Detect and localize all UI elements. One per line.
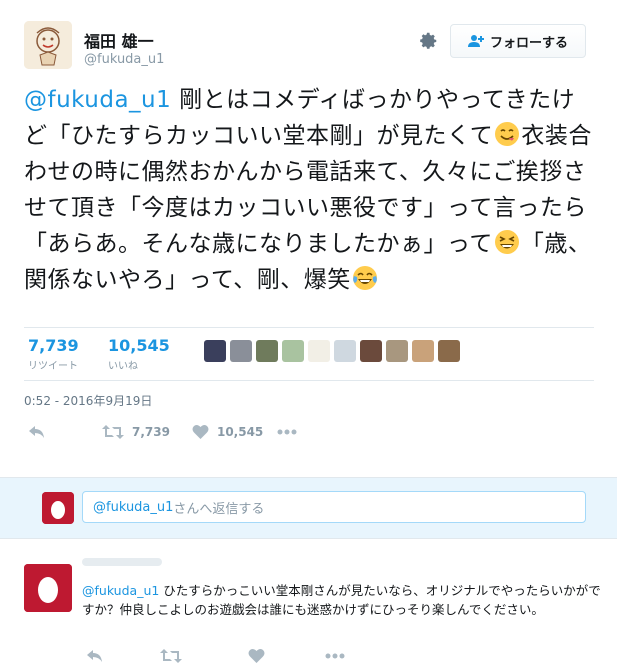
follow-button[interactable]: フォローする <box>450 24 586 58</box>
liker-avatar[interactable] <box>438 340 460 362</box>
reply-input-mention: @fukuda_u1 <box>93 499 174 515</box>
like-button[interactable]: 10,545 <box>192 424 263 440</box>
author-handle[interactable]: @fukuda_u1 <box>84 52 164 67</box>
egg-avatar-icon <box>42 492 74 524</box>
follow-label: フォローする <box>489 35 568 51</box>
reply-tweet-actions <box>86 648 345 664</box>
liker-avatar[interactable] <box>360 340 382 362</box>
more-dots-icon <box>277 429 297 435</box>
stats-top-divider <box>24 327 594 328</box>
liker-avatars <box>204 340 464 362</box>
redacted-author-name <box>82 558 162 566</box>
retweets-label: リツイート <box>28 361 78 372</box>
likes-label: いいね <box>108 361 138 372</box>
egg-avatar-icon[interactable] <box>24 564 72 612</box>
retweet-action-count: 7,739 <box>132 425 170 439</box>
tweet-text: @fukuda_u1 剛とはコメディばっかりやってきたけど「ひたすらカッコいい堂… <box>24 82 594 298</box>
tweet-timestamp[interactable]: 0:52 - 2016年9月19日 <box>24 392 152 409</box>
retweet-icon[interactable] <box>160 648 182 664</box>
liker-avatar[interactable] <box>230 340 252 362</box>
liker-avatar[interactable] <box>308 340 330 362</box>
likes-count: 10,545 <box>108 336 170 355</box>
reply-tweet: @fukuda_u1 ひたすらかっこいい堂本剛さんが見たいなら、オリジナルでやっ… <box>0 548 617 668</box>
tweet-actions: 7,739 10,545 <box>28 424 297 440</box>
liker-avatar[interactable] <box>334 340 356 362</box>
liker-avatar[interactable] <box>282 340 304 362</box>
retweets-stat[interactable]: 7,739 リツイート <box>28 336 79 372</box>
main-tweet: 福田 雄一 @fukuda_u1 フォローする @fukuda_u1 剛とはコメ… <box>0 0 617 465</box>
gear-icon[interactable] <box>417 30 439 52</box>
liker-avatar[interactable] <box>386 340 408 362</box>
reply-body: ひたすらかっこいい堂本剛さんが見たいなら、オリジナルでやったらいかがですか？仲良… <box>82 583 601 617</box>
stats-bottom-divider <box>24 380 594 381</box>
yum-face-icon <box>494 121 520 147</box>
reply-input-placeholder: さんへ返信する <box>173 501 265 517</box>
reply-text: @fukuda_u1 ひたすらかっこいい堂本剛さんが見たいなら、オリジナルでやっ… <box>82 581 602 619</box>
tweet-mention[interactable]: @fukuda_u1 <box>24 87 171 113</box>
retweet-button[interactable]: 7,739 <box>102 424 170 440</box>
reply-mention[interactable]: @fukuda_u1 <box>82 583 159 598</box>
reply-input[interactable]: @fukuda_u1 さんへ返信する <box>82 491 586 523</box>
author-avatar[interactable] <box>24 21 72 69</box>
laughing-face-icon <box>494 229 520 255</box>
author-name[interactable]: 福田 雄一 <box>84 28 154 52</box>
more-dots-icon[interactable] <box>325 653 345 659</box>
liker-avatar[interactable] <box>412 340 434 362</box>
retweets-count: 7,739 <box>28 336 79 355</box>
reply-button[interactable] <box>28 424 46 440</box>
reply-icon[interactable] <box>86 648 104 664</box>
like-action-count: 10,545 <box>216 425 264 439</box>
more-button[interactable] <box>277 429 297 435</box>
reply-composer: @fukuda_u1 さんへ返信する <box>0 477 617 539</box>
retweet-icon <box>102 424 124 440</box>
liker-avatar[interactable] <box>256 340 278 362</box>
reply-icon <box>28 424 46 440</box>
heart-icon[interactable] <box>248 648 265 664</box>
likes-stat[interactable]: 10,545 いいね <box>108 336 170 372</box>
add-user-icon <box>467 34 484 48</box>
heart-icon <box>192 424 209 440</box>
liker-avatar[interactable] <box>204 340 226 362</box>
tears-of-joy-icon <box>352 265 378 291</box>
